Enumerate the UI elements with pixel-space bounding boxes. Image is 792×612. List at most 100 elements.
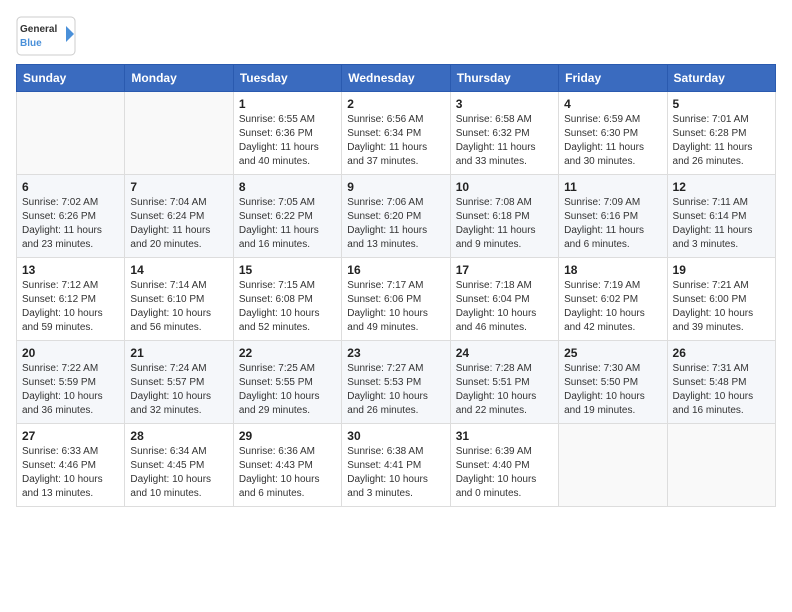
day-number: 30 [347,429,444,443]
weekday-header: Wednesday [342,65,450,92]
day-number: 22 [239,346,336,360]
day-number: 16 [347,263,444,277]
weekday-header: Saturday [667,65,775,92]
weekday-header: Tuesday [233,65,341,92]
calendar-cell: 12 Sunrise: 7:11 AMSunset: 6:14 PMDayligh… [667,175,775,258]
calendar-cell: 11 Sunrise: 7:09 AMSunset: 6:16 PMDayligh… [559,175,667,258]
calendar-cell [125,92,233,175]
day-detail: Sunrise: 7:04 AMSunset: 6:24 PMDaylight:… [130,196,227,252]
day-number: 21 [130,346,227,360]
weekday-header: Monday [125,65,233,92]
day-detail: Sunrise: 7:18 AMSunset: 6:04 PMDaylight:… [456,279,553,335]
calendar-cell: 23Sunrise: 7:27 AMSunset: 5:53 PMDayligh… [342,341,450,424]
logo: General Blue [16,16,76,56]
day-detail: Sunrise: 7:14 AMSunset: 6:10 PMDaylight:… [130,279,227,335]
day-detail: Sunrise: 7:02 AMSunset: 6:26 PMDaylight:… [22,196,119,252]
day-number: 2 [347,97,444,111]
day-detail: Sunrise: 7:01 AMSunset: 6:28 PMDaylight:… [673,113,770,169]
day-number: 28 [130,429,227,443]
calendar-cell: 19Sunrise: 7:21 AMSunset: 6:00 PMDayligh… [667,258,775,341]
calendar-cell: 29 Sunrise: 6:36 AMSunset: 4:43 PMDayligh… [233,424,341,507]
day-number: 12 [673,180,770,194]
calendar-cell [17,92,125,175]
day-detail: Sunrise: 7:05 AMSunset: 6:22 PMDaylight:… [239,196,336,252]
calendar-cell: 9 Sunrise: 7:06 AMSunset: 6:20 PMDaylight… [342,175,450,258]
calendar-table: SundayMondayTuesdayWednesdayThursdayFrid… [16,64,776,507]
day-detail: Sunrise: 7:09 AMSunset: 6:16 PMDaylight:… [564,196,661,252]
calendar-cell: 14 Sunrise: 7:14 AMSunset: 6:10 PMDayligh… [125,258,233,341]
day-number: 9 [347,180,444,194]
calendar-cell: 26 Sunrise: 7:31 AMSunset: 5:48 PMDayligh… [667,341,775,424]
calendar-week-row: 20 Sunrise: 7:22 AMSunset: 5:59 PMDayligh… [17,341,776,424]
day-detail: Sunrise: 6:38 AMSunset: 4:41 PMDaylight:… [347,445,444,501]
day-number: 19 [673,263,770,277]
day-detail: Sunrise: 6:36 AMSunset: 4:43 PMDaylight:… [239,445,336,501]
day-number: 29 [239,429,336,443]
calendar-cell: 24 Sunrise: 7:28 AMSunset: 5:51 PMDayligh… [450,341,558,424]
calendar-cell: 13Sunrise: 7:12 AMSunset: 6:12 PMDayligh… [17,258,125,341]
calendar-cell: 20 Sunrise: 7:22 AMSunset: 5:59 PMDayligh… [17,341,125,424]
svg-text:General: General [20,24,57,35]
weekday-header: Friday [559,65,667,92]
day-detail: Sunrise: 6:56 AMSunset: 6:34 PMDaylight:… [347,113,444,169]
calendar-cell [667,424,775,507]
day-number: 14 [130,263,227,277]
day-number: 11 [564,180,661,194]
day-detail: Sunrise: 7:22 AMSunset: 5:59 PMDaylight:… [22,362,119,418]
calendar-cell: 4Sunrise: 6:59 AMSunset: 6:30 PMDaylight… [559,92,667,175]
day-number: 3 [456,97,553,111]
calendar-cell: 1 Sunrise: 6:55 AMSunset: 6:36 PMDaylight… [233,92,341,175]
day-number: 23 [347,346,444,360]
day-detail: Sunrise: 7:11 AMSunset: 6:14 PMDaylight:… [673,196,770,252]
day-detail: Sunrise: 6:58 AMSunset: 6:32 PMDaylight:… [456,113,553,169]
day-detail: Sunrise: 6:55 AMSunset: 6:36 PMDaylight:… [239,113,336,169]
calendar-cell: 10Sunrise: 7:08 AMSunset: 6:18 PMDayligh… [450,175,558,258]
day-detail: Sunrise: 7:31 AMSunset: 5:48 PMDaylight:… [673,362,770,418]
calendar-cell: 21 Sunrise: 7:24 AMSunset: 5:57 PMDayligh… [125,341,233,424]
day-detail: Sunrise: 7:28 AMSunset: 5:51 PMDaylight:… [456,362,553,418]
day-number: 26 [673,346,770,360]
day-number: 18 [564,263,661,277]
calendar-cell: 18 Sunrise: 7:19 AMSunset: 6:02 PMDayligh… [559,258,667,341]
day-number: 7 [130,180,227,194]
calendar-cell: 2 Sunrise: 6:56 AMSunset: 6:34 PMDaylight… [342,92,450,175]
weekday-header: Thursday [450,65,558,92]
calendar-week-row: 13Sunrise: 7:12 AMSunset: 6:12 PMDayligh… [17,258,776,341]
day-number: 17 [456,263,553,277]
day-detail: Sunrise: 7:24 AMSunset: 5:57 PMDaylight:… [130,362,227,418]
day-detail: Sunrise: 7:06 AMSunset: 6:20 PMDaylight:… [347,196,444,252]
calendar-cell: 15Sunrise: 7:15 AMSunset: 6:08 PMDayligh… [233,258,341,341]
calendar-week-row: 1 Sunrise: 6:55 AMSunset: 6:36 PMDaylight… [17,92,776,175]
day-number: 27 [22,429,119,443]
calendar-cell: 3 Sunrise: 6:58 AMSunset: 6:32 PMDaylight… [450,92,558,175]
calendar-cell: 28 Sunrise: 6:34 AMSunset: 4:45 PMDayligh… [125,424,233,507]
day-detail: Sunrise: 7:17 AMSunset: 6:06 PMDaylight:… [347,279,444,335]
calendar-cell: 27 Sunrise: 6:33 AMSunset: 4:46 PMDayligh… [17,424,125,507]
day-detail: Sunrise: 6:33 AMSunset: 4:46 PMDaylight:… [22,445,119,501]
weekday-header: Sunday [17,65,125,92]
calendar-cell: 25Sunrise: 7:30 AMSunset: 5:50 PMDayligh… [559,341,667,424]
day-detail: Sunrise: 6:34 AMSunset: 4:45 PMDaylight:… [130,445,227,501]
day-detail: Sunrise: 7:19 AMSunset: 6:02 PMDaylight:… [564,279,661,335]
day-number: 1 [239,97,336,111]
day-detail: Sunrise: 7:08 AMSunset: 6:18 PMDaylight:… [456,196,553,252]
logo-svg: General Blue [16,16,76,56]
day-number: 13 [22,263,119,277]
calendar-cell: 8Sunrise: 7:05 AMSunset: 6:22 PMDaylight… [233,175,341,258]
page-header: General Blue [16,16,776,56]
calendar-week-row: 6Sunrise: 7:02 AMSunset: 6:26 PMDaylight… [17,175,776,258]
day-number: 31 [456,429,553,443]
svg-text:Blue: Blue [20,38,42,49]
calendar-cell: 5Sunrise: 7:01 AMSunset: 6:28 PMDaylight… [667,92,775,175]
day-number: 24 [456,346,553,360]
calendar-cell [559,424,667,507]
calendar-cell: 22 Sunrise: 7:25 AMSunset: 5:55 PMDayligh… [233,341,341,424]
calendar-cell: 16 Sunrise: 7:17 AMSunset: 6:06 PMDayligh… [342,258,450,341]
weekday-header-row: SundayMondayTuesdayWednesdayThursdayFrid… [17,65,776,92]
calendar-week-row: 27 Sunrise: 6:33 AMSunset: 4:46 PMDayligh… [17,424,776,507]
day-detail: Sunrise: 7:25 AMSunset: 5:55 PMDaylight:… [239,362,336,418]
day-number: 20 [22,346,119,360]
calendar-cell: 30 Sunrise: 6:38 AMSunset: 4:41 PMDayligh… [342,424,450,507]
day-detail: Sunrise: 7:15 AMSunset: 6:08 PMDaylight:… [239,279,336,335]
calendar-cell: 6Sunrise: 7:02 AMSunset: 6:26 PMDaylight… [17,175,125,258]
